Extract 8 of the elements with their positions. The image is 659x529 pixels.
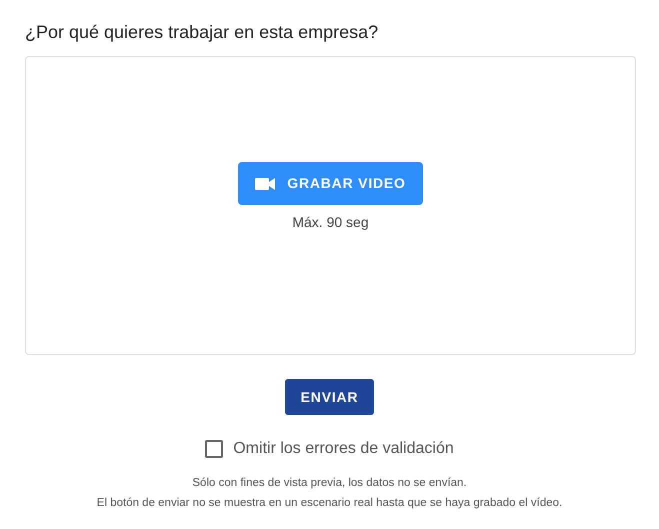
note-text: El botón de enviar no se muestra en un escenario real hasta que se haya grabado el vídeo. <box>96 496 562 511</box>
video-camera-icon <box>255 176 276 190</box>
checkbox[interactable] <box>205 440 224 458</box>
submit-button[interactable]: ENVIAR <box>285 379 374 415</box>
duration-limit: Máx. 90 seg <box>292 213 369 232</box>
checkbox-label: Omitir los errores de validación <box>233 439 454 459</box>
note-text: Sólo con fines de vista previa, los datos no se envían. <box>192 476 467 491</box>
question-title: ¿Por qué quieres trabajar en esta empresa? <box>25 21 380 44</box>
